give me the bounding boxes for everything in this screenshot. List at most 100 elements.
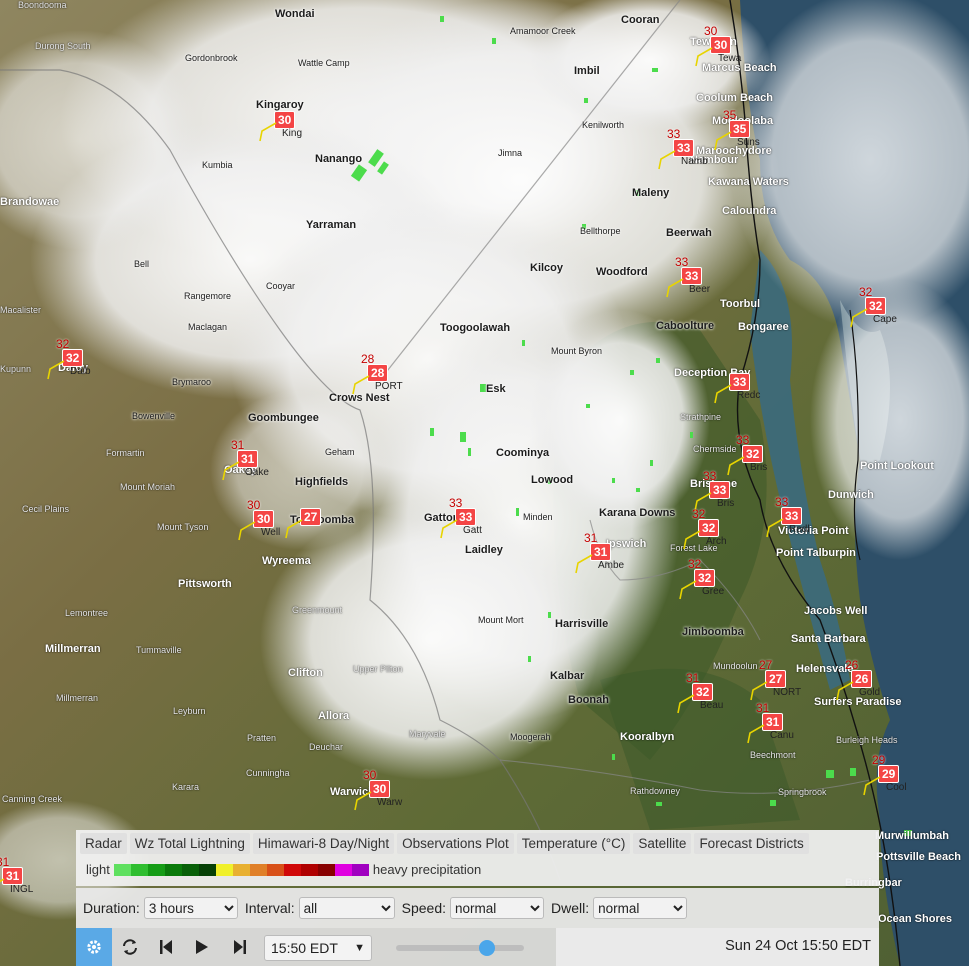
time-value: 15:50 EDT xyxy=(271,940,338,956)
tab-himawari-day-night[interactable]: Himawari-8 Day/Night xyxy=(252,833,395,854)
observation-station: Gatt xyxy=(463,525,482,536)
legend-swatch xyxy=(181,863,199,876)
wind-barb-icon xyxy=(354,791,372,811)
animation-controls: Duration: 3 hours Interval: all Speed: n… xyxy=(76,888,879,966)
time-select[interactable]: 15:50 EDT ▼ xyxy=(264,935,372,961)
observation-station: Cool xyxy=(886,782,907,793)
wind-barb-icon xyxy=(727,456,745,476)
dwell-label: Dwell: xyxy=(551,900,590,916)
observation-station: Bris xyxy=(717,498,735,509)
satellite-map[interactable]: Boondooma Wondai Cooran Durong South Gordonb… xyxy=(0,0,969,966)
time-slider[interactable] xyxy=(396,940,524,956)
tab-temperature[interactable]: Temperature (°C) xyxy=(516,833,631,854)
layer-panel: Radar Wz Total Lightning Himawari-8 Day/… xyxy=(76,830,879,886)
refresh-icon xyxy=(123,939,137,955)
wind-barb-icon xyxy=(747,724,765,744)
observation-station: Namb xyxy=(681,156,708,167)
legend-swatch xyxy=(334,863,352,876)
wind-barb-icon xyxy=(47,360,65,380)
chevron-down-icon: ▼ xyxy=(354,942,365,954)
observation-station: Dalb xyxy=(70,366,91,377)
legend-swatch xyxy=(113,863,131,876)
legend-swatch xyxy=(147,863,165,876)
observation-station: Well xyxy=(261,527,281,538)
observation-station: NORT xyxy=(773,687,802,698)
observation-station: Beer xyxy=(689,284,711,295)
wind-barb-icon xyxy=(285,519,303,539)
current-date-time: Sun 24 Oct 15:50 EDT xyxy=(725,938,871,954)
dwell-select[interactable]: normal xyxy=(593,897,688,919)
observation-station: Ambe xyxy=(598,560,625,571)
skip-forward-icon xyxy=(234,940,246,954)
tab-wz-total-lightning[interactable]: Wz Total Lightning xyxy=(129,833,250,854)
observation-station: Tewa xyxy=(718,53,742,64)
tab-observations-plot[interactable]: Observations Plot xyxy=(397,833,514,854)
tab-forecast-districts[interactable]: Forecast Districts xyxy=(694,833,809,854)
wind-barb-icon xyxy=(0,878,5,883)
wind-barb-icon xyxy=(714,131,732,151)
legend-light-label: light xyxy=(86,862,110,877)
wind-barb-icon xyxy=(658,150,676,170)
controls-playback-row: 15:50 EDT ▼ Sun 24 Oct 15:50 EDT xyxy=(76,928,879,966)
observation-station: Bris xyxy=(750,462,768,473)
observation-station: INGL xyxy=(10,884,34,895)
legend-swatch xyxy=(351,863,369,876)
observation-station: Gree xyxy=(702,586,725,597)
legend-swatch xyxy=(283,863,301,876)
time-slider-knob[interactable] xyxy=(478,940,495,956)
settings-button[interactable] xyxy=(76,928,112,966)
legend-swatch xyxy=(232,863,250,876)
map-background xyxy=(0,0,969,966)
wind-barb-icon xyxy=(352,375,370,395)
wind-barb-icon xyxy=(222,461,240,481)
precipitation-legend: light heavy precipitation xyxy=(82,862,485,877)
legend-swatch xyxy=(215,863,233,876)
observation-station: Arch xyxy=(706,536,727,547)
gear-icon xyxy=(87,940,101,954)
skip-back-button[interactable] xyxy=(148,928,184,966)
wind-barb-icon xyxy=(666,278,684,298)
legend-swatch xyxy=(300,863,318,876)
refresh-button[interactable] xyxy=(112,928,148,966)
wind-barb-icon xyxy=(679,580,697,600)
layer-tabs: Radar Wz Total Lightning Himawari-8 Day/… xyxy=(80,833,809,854)
observation-station: Suns xyxy=(737,137,760,148)
observation-station: Redc xyxy=(737,390,761,401)
skip-forward-button[interactable] xyxy=(222,928,258,966)
duration-select[interactable]: 3 hours xyxy=(143,897,238,919)
wind-barb-icon xyxy=(695,47,713,67)
play-button[interactable] xyxy=(184,928,220,966)
wind-barb-icon xyxy=(836,681,854,701)
play-icon xyxy=(196,940,208,954)
speed-label: Speed: xyxy=(401,900,446,916)
wind-barb-icon xyxy=(440,519,458,539)
observation-station: Oake xyxy=(245,467,269,478)
observation-station: Beau xyxy=(700,700,724,711)
interval-select[interactable]: all xyxy=(298,897,395,919)
controls-options-row: Duration: 3 hours Interval: all Speed: n… xyxy=(76,888,879,928)
wind-barb-icon xyxy=(714,384,732,404)
legend-swatch xyxy=(130,863,148,876)
skip-back-icon xyxy=(160,940,172,954)
wind-barb-icon xyxy=(850,308,868,328)
observation-station: Gold xyxy=(859,687,881,698)
wind-barb-icon xyxy=(677,694,695,714)
legend-swatch xyxy=(266,863,284,876)
observation-station: Warw xyxy=(377,797,403,808)
observation-station: Redl xyxy=(789,524,810,535)
wind-barb-icon xyxy=(766,518,784,538)
observation-station: PORT xyxy=(375,381,403,392)
legend-heavy-label: heavy precipitation xyxy=(372,862,482,877)
wind-barb-icon xyxy=(683,530,701,550)
legend-swatch xyxy=(198,863,216,876)
observation-station: King xyxy=(282,128,303,139)
tab-satellite[interactable]: Satellite xyxy=(633,833,692,854)
interval-label: Interval: xyxy=(244,900,295,916)
speed-select[interactable]: normal xyxy=(450,897,544,919)
observation-station: Cape xyxy=(873,314,897,325)
wind-barb-icon xyxy=(238,521,256,541)
wind-barb-icon xyxy=(863,776,881,796)
duration-label: Duration: xyxy=(83,900,140,916)
tab-radar[interactable]: Radar xyxy=(80,833,127,854)
legend-swatch xyxy=(317,863,335,876)
